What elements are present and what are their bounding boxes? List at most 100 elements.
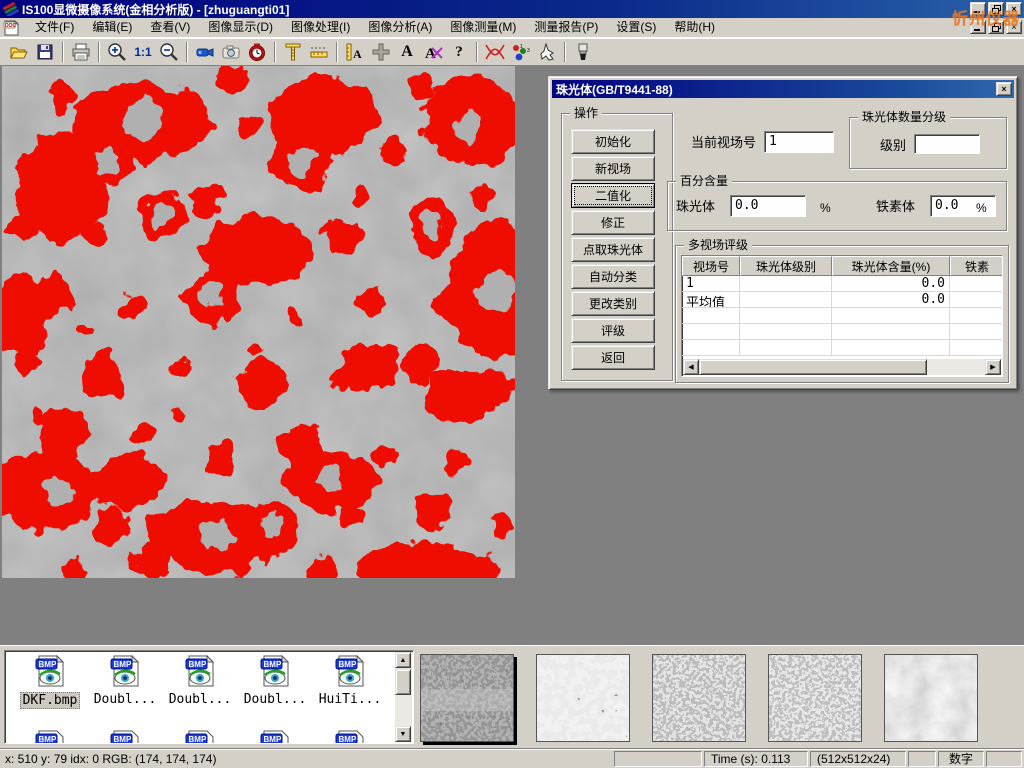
- file-item-partial[interactable]: BMP: [165, 729, 235, 744]
- file-item[interactable]: BMP Doubl...: [90, 654, 160, 707]
- change-class-button[interactable]: 更改类别: [571, 291, 655, 316]
- text-a-delete-icon[interactable]: A: [420, 40, 446, 64]
- file-item-partial[interactable]: BMP: [15, 729, 85, 744]
- sample-thumbnail-1[interactable]: [420, 654, 514, 742]
- scrollbar-thumb[interactable]: [395, 669, 411, 695]
- menu-image-measure[interactable]: 图像测量(M): [441, 18, 525, 37]
- mdi-close-button[interactable]: ×: [1006, 20, 1022, 34]
- timer-clock-icon[interactable]: [244, 40, 270, 64]
- menu-measure-report[interactable]: 测量报告(P): [525, 18, 607, 37]
- paint-brush-icon[interactable]: [570, 40, 596, 64]
- menu-image-display[interactable]: 图像显示(D): [199, 18, 282, 37]
- file-name[interactable]: DKF.bmp: [20, 692, 81, 709]
- svg-text:1: 1: [520, 44, 523, 50]
- menu-image-analysis[interactable]: 图像分析(A): [359, 18, 441, 37]
- file-name[interactable]: Doubl...: [242, 692, 309, 707]
- col-pearlite-grade[interactable]: 珠光体级别: [740, 256, 832, 276]
- status-empty-panel: [986, 751, 1022, 767]
- col-field-no[interactable]: 视场号: [682, 256, 740, 276]
- menu-view[interactable]: 查看(V): [141, 18, 199, 37]
- status-time: Time (s): 0.113: [704, 751, 808, 767]
- multifield-table[interactable]: 视场号 珠光体级别 珠光体含量(%) 铁素 1 0.0 平均值 0.0: [681, 255, 1003, 377]
- table-row[interactable]: 1 0.0: [682, 276, 1002, 292]
- restore-button[interactable]: [988, 2, 1004, 16]
- zoom-out-icon[interactable]: [156, 40, 182, 64]
- file-vertical-scrollbar[interactable]: ▲ ▼: [395, 652, 412, 742]
- table-horizontal-scrollbar[interactable]: ◀ ▶: [683, 359, 1001, 375]
- pick-pearlite-button[interactable]: 点取珠光体: [571, 237, 655, 262]
- file-item-partial[interactable]: BMP: [315, 729, 385, 744]
- init-button[interactable]: 初始化: [571, 129, 655, 154]
- menu-image-process[interactable]: 图像处理(I): [282, 18, 359, 37]
- status-mode: 数字: [938, 751, 984, 767]
- print-icon[interactable]: [68, 40, 94, 64]
- sample-thumbnail-4[interactable]: [768, 654, 862, 742]
- file-name[interactable]: HuiTi...: [317, 692, 384, 707]
- help-icon[interactable]: ?: [446, 40, 472, 64]
- col-pearlite-content[interactable]: 珠光体含量(%): [832, 256, 950, 276]
- file-browser[interactable]: BMP DKF.bmp BMP Doubl... BMP: [4, 650, 414, 744]
- mdi-restore-button[interactable]: [988, 20, 1004, 34]
- video-camera-icon[interactable]: [192, 40, 218, 64]
- menu-file[interactable]: 文件(F): [26, 18, 83, 37]
- grade-button[interactable]: 评级: [571, 318, 655, 343]
- new-field-button[interactable]: 新视场: [571, 156, 655, 181]
- zoom-in-icon[interactable]: [104, 40, 130, 64]
- file-name[interactable]: Doubl...: [92, 692, 159, 707]
- minimize-button[interactable]: [970, 2, 986, 16]
- pearlite-dialog: 珠光体(GB/T9441-88) × 操作 初始化 新视场 二值化 修正 点取珠…: [548, 76, 1018, 390]
- bmp-file-icon: BMP: [33, 654, 67, 688]
- file-item[interactable]: BMP Doubl...: [165, 654, 235, 707]
- scroll-down-icon[interactable]: ▼: [395, 726, 411, 742]
- col-ferrite[interactable]: 铁素: [950, 256, 1003, 276]
- close-button[interactable]: ×: [1006, 2, 1022, 16]
- micrograph-image[interactable]: [2, 66, 515, 578]
- scroll-up-icon[interactable]: ▲: [395, 652, 411, 668]
- scroll-right-icon[interactable]: ▶: [985, 359, 1001, 375]
- one-to-one-icon[interactable]: 1:1: [130, 40, 156, 64]
- open-folder-icon[interactable]: [6, 40, 32, 64]
- sample-thumbnail-2[interactable]: [536, 654, 630, 742]
- bottom-panel: BMP DKF.bmp BMP Doubl... BMP: [0, 645, 1024, 748]
- file-item[interactable]: BMP HuiTi...: [315, 654, 385, 707]
- pick-hand-icon[interactable]: [534, 40, 560, 64]
- text-a-icon[interactable]: A: [394, 40, 420, 64]
- measure-label-icon[interactable]: A: [342, 40, 368, 64]
- level-input[interactable]: [914, 134, 980, 154]
- correct-button[interactable]: 修正: [571, 210, 655, 235]
- caliper-icon[interactable]: [280, 40, 306, 64]
- menu-edit[interactable]: 编辑(E): [83, 18, 141, 37]
- current-field-input[interactable]: 1: [764, 131, 834, 153]
- auto-classify-button[interactable]: 自动分类: [571, 264, 655, 289]
- pearlite-value-input[interactable]: 0.0: [730, 195, 806, 217]
- svg-text:BMP: BMP: [264, 660, 282, 669]
- dialog-close-button[interactable]: ×: [996, 82, 1012, 96]
- current-field-label: 当前视场号: [691, 135, 756, 151]
- mdi-minimize-button[interactable]: [970, 20, 986, 34]
- curve-tool-icon[interactable]: [482, 40, 508, 64]
- return-button[interactable]: 返回: [571, 345, 655, 370]
- menu-help[interactable]: 帮助(H): [665, 18, 724, 37]
- menu-settings[interactable]: 设置(S): [607, 18, 665, 37]
- photo-camera-icon[interactable]: [218, 40, 244, 64]
- svg-text:BMP: BMP: [339, 660, 357, 669]
- sample-thumbnail-5[interactable]: [884, 654, 978, 742]
- file-item[interactable]: BMP Doubl...: [240, 654, 310, 707]
- move-cross-icon[interactable]: [368, 40, 394, 64]
- document-system-icon[interactable]: DOC: [2, 20, 22, 36]
- pearlite-label: 珠光体: [676, 199, 715, 215]
- binarize-button[interactable]: 二值化: [571, 183, 655, 208]
- sample-thumbnail-3[interactable]: [652, 654, 746, 742]
- count-points-icon[interactable]: 13: [508, 40, 534, 64]
- ruler-icon[interactable]: [306, 40, 332, 64]
- file-item-partial[interactable]: BMP: [240, 729, 310, 744]
- file-item-partial[interactable]: BMP: [90, 729, 160, 744]
- scrollbar-thumb[interactable]: [699, 359, 927, 375]
- file-name[interactable]: Doubl...: [167, 692, 234, 707]
- save-icon[interactable]: [32, 40, 58, 64]
- svg-text:BMP: BMP: [114, 735, 132, 744]
- table-row[interactable]: 平均值 0.0: [682, 292, 1002, 308]
- file-item[interactable]: BMP DKF.bmp: [15, 654, 85, 709]
- bmp-file-icon: BMP: [258, 654, 292, 688]
- scroll-left-icon[interactable]: ◀: [683, 359, 699, 375]
